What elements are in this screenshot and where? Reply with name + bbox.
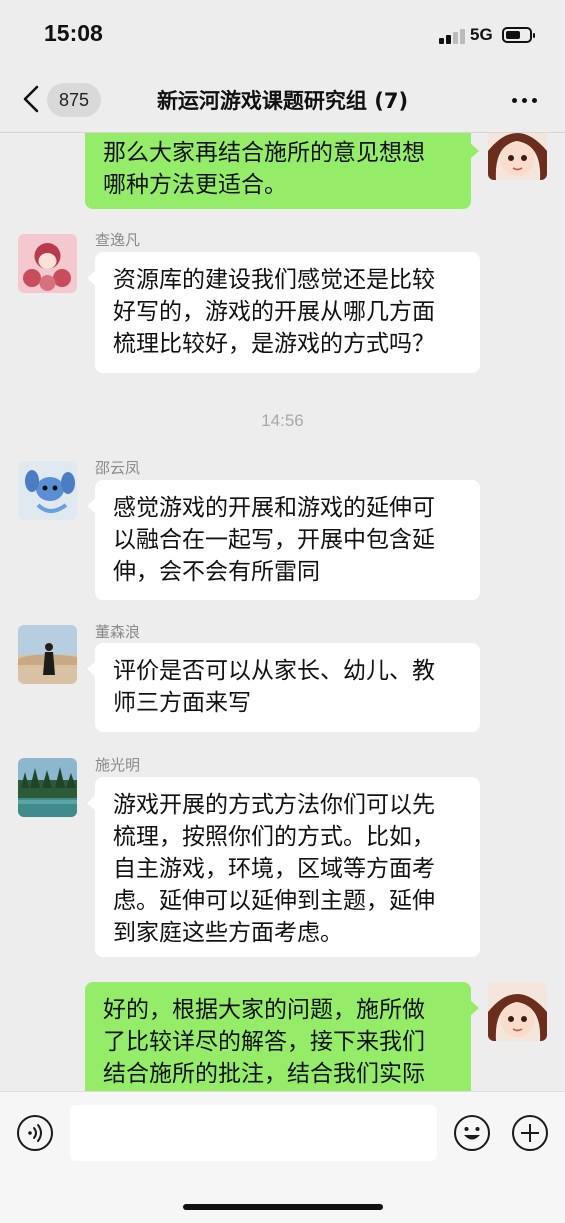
message-line: 好写的，游戏的开展从哪几方面 bbox=[113, 299, 435, 325]
outgoing-message-bubble[interactable]: 好的，根据大家的问题，施所做 了比较详尽的解答，接下来我们 结合施所的批注，结合… bbox=[85, 982, 479, 1091]
message-line: 了比较详尽的解答，接下来我们 bbox=[103, 1029, 425, 1055]
sender-name: 邵云凤 bbox=[95, 459, 141, 477]
sender-name: 董森浪 bbox=[95, 623, 141, 641]
message-line: 那么大家再结合施所的意见想想 bbox=[103, 140, 425, 166]
message-line: 结合施所的批注，结合我们实际 bbox=[103, 1061, 425, 1087]
message-line: 师三方面来写 bbox=[113, 690, 251, 716]
message-line: 好的，根据大家的问题，施所做 bbox=[103, 997, 425, 1023]
voice-icon[interactable] bbox=[16, 1114, 54, 1152]
message-line: 梳理，按照你们的方式。比如， bbox=[113, 824, 435, 850]
home-indicator[interactable] bbox=[183, 1204, 383, 1210]
avatar[interactable] bbox=[18, 461, 77, 520]
message-timestamp: 14:56 bbox=[261, 411, 304, 430]
chat-header: 875 新运河游戏课题研究组 (7) bbox=[0, 70, 565, 133]
sender-name: 查逸凡 bbox=[95, 231, 141, 249]
sender-name: 施光明 bbox=[95, 756, 141, 774]
message-line: 评价是否可以从家长、幼儿、教 bbox=[113, 658, 435, 684]
plus-icon[interactable] bbox=[511, 1114, 549, 1152]
signal-icon bbox=[439, 28, 467, 44]
message-line: 资源库的建设我们感觉还是比较 bbox=[113, 267, 435, 293]
incoming-message-bubble[interactable]: 评价是否可以从家长、幼儿、教 师三方面来写 bbox=[87, 643, 480, 732]
more-icon[interactable] bbox=[510, 88, 540, 112]
message-line: 自主游戏，环境，区域等方面考 bbox=[113, 856, 435, 882]
battery-icon bbox=[502, 27, 535, 43]
avatar[interactable] bbox=[488, 133, 547, 180]
status-time: 15:08 bbox=[44, 20, 103, 46]
message-line: 到家庭这些方面考虑。 bbox=[113, 920, 343, 946]
avatar[interactable] bbox=[18, 625, 77, 684]
message-line: 虑。延伸可以延伸到主题，延伸 bbox=[113, 888, 435, 914]
message-line: 伸，会不会有所雷同 bbox=[113, 559, 320, 585]
network-type: 5G bbox=[470, 25, 493, 44]
message-line: 感觉游戏的开展和游戏的延伸可 bbox=[113, 495, 435, 521]
avatar[interactable] bbox=[18, 234, 77, 293]
message-line: 游戏开展的方式方法你们可以先 bbox=[113, 792, 435, 818]
status-bar: 15:08 5G bbox=[0, 0, 565, 70]
avatar[interactable] bbox=[18, 758, 77, 817]
input-bar bbox=[0, 1091, 565, 1223]
message-line: 哪种方法更适合。 bbox=[103, 172, 287, 198]
message-list[interactable]: 那么大家再结合施所的意见想想 哪种方法更适合。 查逸凡 资源库的建设我们感觉还是… bbox=[0, 133, 565, 1091]
chat-title: 新运河游戏课题研究组 (7) bbox=[156, 89, 409, 113]
message-line: 以融合在一起写，开展中包含延 bbox=[113, 527, 435, 553]
incoming-message-bubble[interactable]: 感觉游戏的开展和游戏的延伸可 以融合在一起写，开展中包含延 伸，会不会有所雷同 bbox=[87, 480, 480, 600]
incoming-message-bubble[interactable]: 游戏开展的方式方法你们可以先 梳理，按照你们的方式。比如， 自主游戏，环境，区域… bbox=[87, 777, 480, 957]
avatar[interactable] bbox=[488, 982, 547, 1041]
incoming-message-bubble[interactable]: 资源库的建设我们感觉还是比较 好写的，游戏的开展从哪几方面 梳理比较好，是游戏的… bbox=[87, 252, 480, 373]
message-input[interactable] bbox=[70, 1105, 437, 1161]
emoji-icon[interactable] bbox=[453, 1114, 491, 1152]
message-line: 梳理比较好，是游戏的方式吗？ bbox=[113, 331, 435, 357]
outgoing-message-bubble[interactable]: 那么大家再结合施所的意见想想 哪种方法更适合。 bbox=[85, 133, 479, 209]
